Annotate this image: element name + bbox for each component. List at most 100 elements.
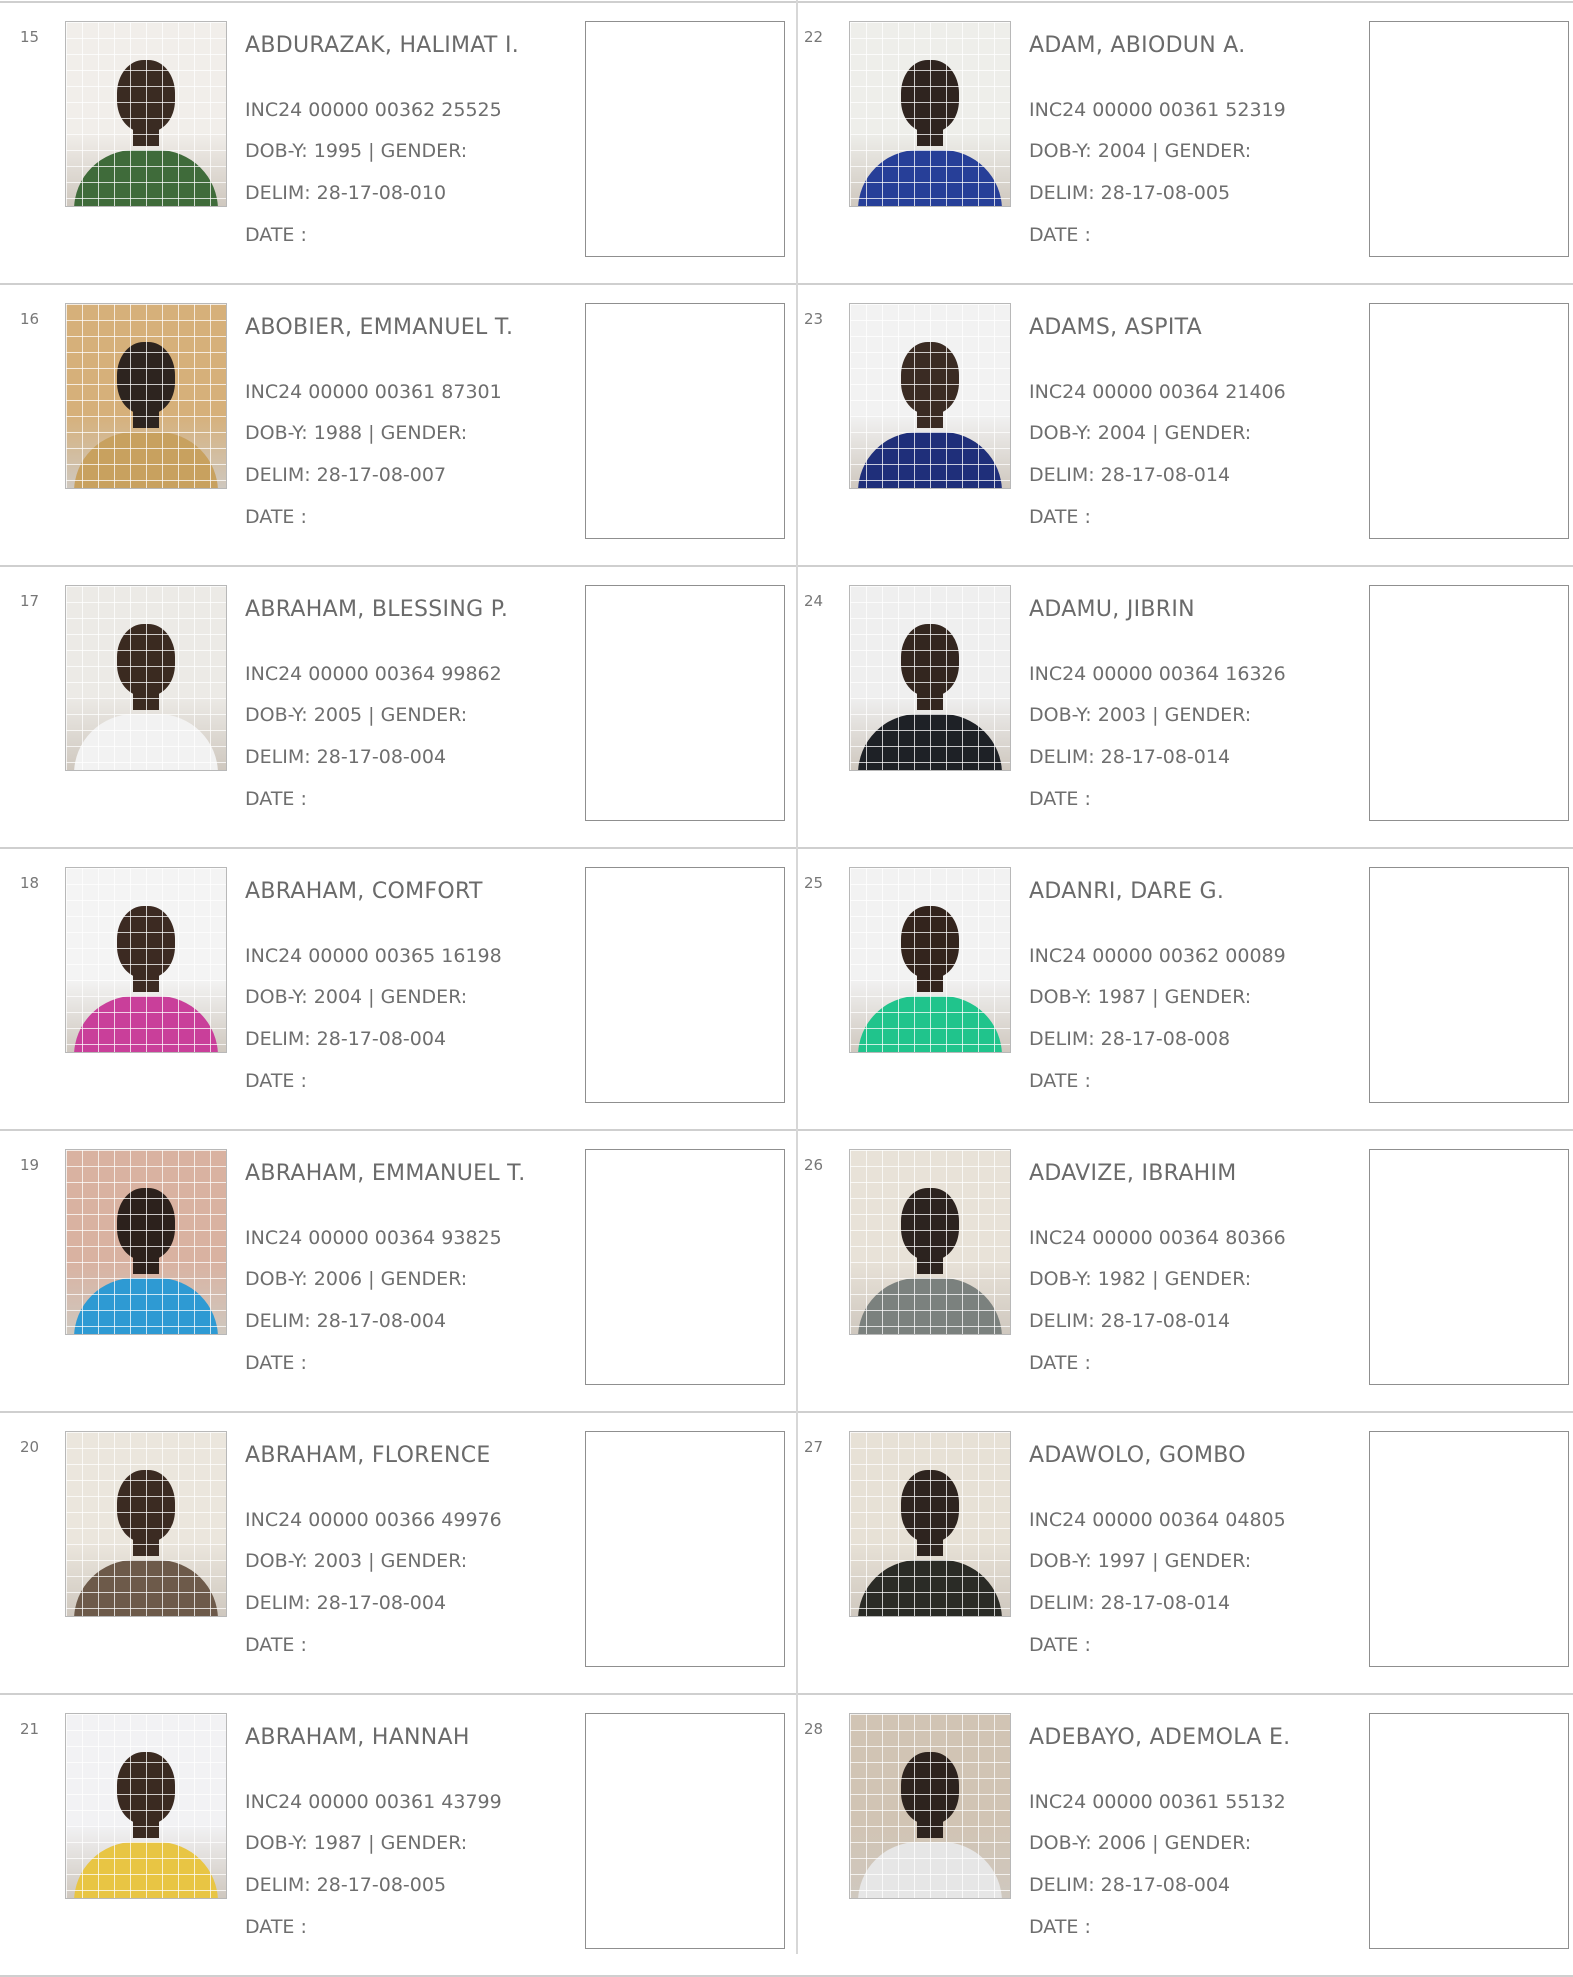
photo-grid-overlay — [850, 1714, 1010, 1898]
dob-label: DOB-Y: — [245, 704, 308, 726]
photo-grid-overlay — [850, 22, 1010, 206]
registrant-photo — [849, 585, 1011, 771]
delim-label: DELIM: — [1029, 746, 1095, 768]
delim-value: 28-17-08-004 — [316, 1028, 447, 1050]
date-label: DATE : — [1029, 1352, 1091, 1374]
entry-number: 20 — [20, 1438, 40, 1456]
photo-grid-overlay — [850, 586, 1010, 770]
signature-box[interactable] — [585, 21, 785, 257]
signature-box[interactable] — [1369, 1149, 1569, 1385]
registrant-name: ADANRI, DARE G. — [1029, 879, 1225, 904]
signature-box[interactable] — [1369, 867, 1569, 1103]
delim-line: DELIM: 28-17-08-005 — [245, 1874, 446, 1896]
date-label: DATE : — [1029, 1916, 1091, 1938]
registrant-entry: 25 ADANRI, DARE G. INC24 00000 00362 000… — [784, 847, 1569, 1129]
dob-value: 1997 — [1097, 1550, 1147, 1572]
photo-grid-overlay — [66, 1432, 226, 1616]
date-label: DATE : — [1029, 506, 1091, 528]
signature-box[interactable] — [1369, 303, 1569, 539]
date-line: DATE : — [1029, 1070, 1091, 1092]
signature-box[interactable] — [585, 303, 785, 539]
date-label: DATE : — [1029, 788, 1091, 810]
gender-label: | GENDER: — [1152, 1832, 1252, 1854]
dob-gender-line: DOB-Y: 2004 | GENDER: — [1029, 422, 1251, 444]
registration-id: INC24 00000 00364 16326 — [1029, 663, 1286, 685]
photo-grid-overlay — [850, 1150, 1010, 1334]
registrant-name: ADAMS, ASPITA — [1029, 315, 1203, 340]
dob-value: 2004 — [313, 986, 363, 1008]
registrant-name: ADAMU, JIBRIN — [1029, 597, 1195, 622]
gender-label: | GENDER: — [368, 422, 468, 444]
dob-label: DOB-Y: — [1029, 986, 1092, 1008]
gender-label: | GENDER: — [1152, 1268, 1252, 1290]
entry-number: 15 — [20, 28, 40, 46]
dob-gender-line: DOB-Y: 2003 | GENDER: — [245, 1550, 467, 1572]
date-label: DATE : — [1029, 1634, 1091, 1656]
registrant-entry: 26 ADAVIZE, IBRAHIM INC24 00000 00364 80… — [784, 1129, 1569, 1411]
delim-line: DELIM: 28-17-08-004 — [245, 1028, 446, 1050]
registrant-entry: 23 ADAMS, ASPITA INC24 00000 00364 21406… — [784, 283, 1569, 565]
signature-box[interactable] — [585, 1431, 785, 1667]
signature-box[interactable] — [585, 1149, 785, 1385]
entry-number: 24 — [804, 592, 824, 610]
registrant-photo — [65, 1149, 227, 1335]
delim-line: DELIM: 28-17-08-010 — [245, 182, 446, 204]
registrant-photo — [65, 1713, 227, 1899]
registrant-photo — [65, 303, 227, 489]
photo-grid-overlay — [66, 868, 226, 1052]
entry-number: 21 — [20, 1720, 40, 1738]
registration-sheet: 15 ABDURAZAK, HALIMAT I. INC24 00000 003… — [0, 0, 1573, 1977]
delim-line: DELIM: 28-17-08-014 — [1029, 746, 1230, 768]
registrant-entry: 21 ABRAHAM, HANNAH INC24 00000 00361 437… — [0, 1693, 785, 1975]
signature-box[interactable] — [1369, 585, 1569, 821]
delim-value: 28-17-08-005 — [1100, 182, 1231, 204]
entry-number: 22 — [804, 28, 824, 46]
entry-number: 28 — [804, 1720, 824, 1738]
delim-label: DELIM: — [1029, 464, 1095, 486]
delim-value: 28-17-08-004 — [316, 1592, 447, 1614]
registration-id: INC24 00000 00365 16198 — [245, 945, 502, 967]
registration-id: INC24 00000 00364 80366 — [1029, 1227, 1286, 1249]
gender-label: | GENDER: — [1152, 1550, 1252, 1572]
registrant-name: ADAWOLO, GOMBO — [1029, 1443, 1246, 1468]
entry-number: 25 — [804, 874, 824, 892]
registration-id: INC24 00000 00361 43799 — [245, 1791, 502, 1813]
gender-label: | GENDER: — [368, 1550, 468, 1572]
delim-value: 28-17-08-007 — [316, 464, 447, 486]
dob-value: 1987 — [1097, 986, 1147, 1008]
registrant-entry: 15 ABDURAZAK, HALIMAT I. INC24 00000 003… — [0, 1, 785, 283]
registrant-name: ABOBIER, EMMANUEL T. — [245, 315, 514, 340]
gender-label: | GENDER: — [1152, 986, 1252, 1008]
date-line: DATE : — [1029, 1352, 1091, 1374]
registrant-photo — [849, 867, 1011, 1053]
dob-value: 1987 — [313, 1832, 363, 1854]
gender-label: | GENDER: — [1152, 704, 1252, 726]
delim-value: 28-17-08-014 — [1100, 1592, 1231, 1614]
registration-id: INC24 00000 00362 25525 — [245, 99, 502, 121]
date-label: DATE : — [1029, 224, 1091, 246]
delim-label: DELIM: — [1029, 182, 1095, 204]
delim-value: 28-17-08-004 — [316, 1310, 447, 1332]
signature-box[interactable] — [585, 585, 785, 821]
dob-label: DOB-Y: — [245, 986, 308, 1008]
signature-box[interactable] — [1369, 1431, 1569, 1667]
gender-label: | GENDER: — [368, 1832, 468, 1854]
registrant-name: ADEBAYO, ADEMOLA E. — [1029, 1725, 1291, 1750]
registrant-photo — [849, 1713, 1011, 1899]
registrant-photo — [65, 1431, 227, 1617]
delim-label: DELIM: — [245, 1310, 311, 1332]
signature-box[interactable] — [585, 867, 785, 1103]
signature-box[interactable] — [1369, 1713, 1569, 1949]
delim-line: DELIM: 28-17-08-014 — [1029, 1592, 1230, 1614]
registrant-photo — [65, 21, 227, 207]
signature-box[interactable] — [1369, 21, 1569, 257]
dob-gender-line: DOB-Y: 1995 | GENDER: — [245, 140, 467, 162]
delim-line: DELIM: 28-17-08-014 — [1029, 464, 1230, 486]
dob-value: 2003 — [1097, 704, 1147, 726]
dob-gender-line: DOB-Y: 1982 | GENDER: — [1029, 1268, 1251, 1290]
signature-box[interactable] — [585, 1713, 785, 1949]
dob-value: 1982 — [1097, 1268, 1147, 1290]
registrant-name: ABRAHAM, COMFORT — [245, 879, 483, 904]
registrant-name: ABDURAZAK, HALIMAT I. — [245, 33, 520, 58]
registrant-entry: 24 ADAMU, JIBRIN INC24 00000 00364 16326… — [784, 565, 1569, 847]
